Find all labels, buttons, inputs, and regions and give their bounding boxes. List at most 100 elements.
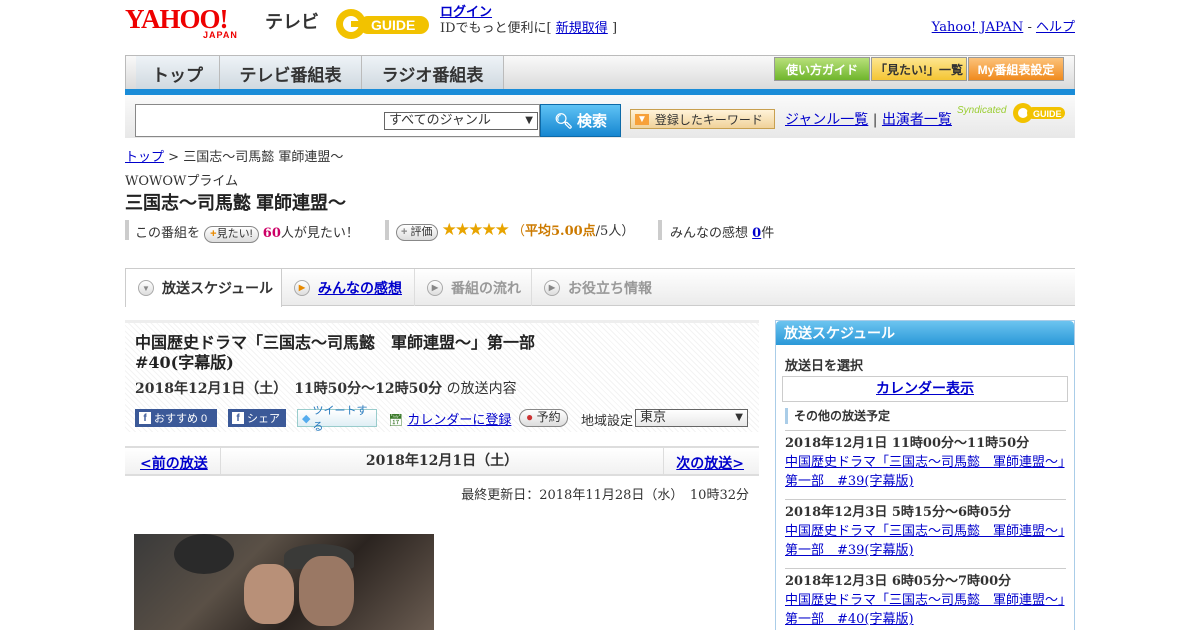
syndicated-label: Syndicated — [957, 105, 1007, 116]
guide-button[interactable]: 使い方ガイド — [774, 57, 870, 81]
tab-schedule-label: 放送スケジュール — [162, 280, 274, 296]
search-button[interactable]: 🔍︎ 検索 — [540, 104, 621, 137]
photo-figure — [174, 534, 234, 574]
other-broadcasts-list: 2018年12月1日 11時00分～11時50分 中国歴史ドラマ「三国志～司馬懿… — [785, 430, 1066, 630]
watch-stat: この番組を +見たい! 60人が見たい！ — [135, 222, 359, 243]
photo-figure — [244, 564, 294, 624]
nav-tab-top[interactable]: トップ — [136, 56, 220, 90]
genre-list-link[interactable]: ジャンル一覧 — [785, 112, 868, 128]
login-link[interactable]: ログイン — [440, 5, 492, 20]
avg-score: 平均5.00点 — [525, 224, 596, 239]
want-to-watch-label: 見たい! — [216, 228, 253, 240]
tv-logo[interactable]: テレビ — [265, 8, 319, 34]
episode-datetime: 2018年12月1日（土） 11時50分～12時50分 — [135, 381, 443, 397]
breadcrumb-current: 三国志～司馬懿 軍師連盟～ — [183, 150, 344, 165]
caret-down-icon: ▼ — [635, 113, 649, 125]
tab-impressions[interactable]: ▶ みんなの感想 — [282, 269, 415, 306]
episode-title-line1: 中国歴史ドラマ「三国志～司馬懿 軍師連盟～」第一部 — [135, 333, 536, 352]
impressions-prefix: みんなの感想 — [670, 226, 749, 241]
top-links: Yahoo! JAPAN - ヘルプ — [932, 16, 1075, 35]
schedule-sidebar: 放送スケジュール 放送日を選択 カレンダー表示 その他の放送予定 2018年12… — [775, 320, 1075, 630]
facebook-icon: f — [139, 412, 151, 424]
fb-recommend-button[interactable]: f おすすめ 0 — [135, 409, 217, 427]
tab-schedule[interactable]: ▼ 放送スケジュール — [125, 269, 282, 307]
photo-figure — [299, 556, 354, 626]
help-link[interactable]: ヘルプ — [1036, 20, 1075, 35]
links-divider: | — [872, 112, 878, 128]
tab-program-flow: ▶ 番組の流れ — [415, 269, 532, 306]
id-text: IDでもっと便利に[ — [440, 21, 552, 36]
watch-count: 60 — [262, 226, 281, 241]
search-button-label: 検索 — [577, 113, 608, 130]
nav-tab-radio-listings[interactable]: ラジオ番組表 — [362, 56, 504, 90]
genre-selected: すべてのジャンル — [389, 113, 491, 128]
calendar-register[interactable]: 📅︎ カレンダーに登録 — [388, 409, 511, 428]
region-label: 地域設定 — [581, 414, 634, 429]
broadcast-link[interactable]: 中国歴史ドラマ「三国志～司馬懿 軍師連盟～」第一部 #40(字幕版) — [785, 593, 1065, 627]
keyword-button-label: 登録したキーワード — [654, 112, 763, 127]
broadcast-link[interactable]: 中国歴史ドラマ「三国志～司馬懿 軍師連盟～」第一部 #39(字幕版) — [785, 524, 1065, 558]
next-broadcast-link[interactable]: 次の放送> — [676, 453, 744, 473]
other-broadcasts-heading: その他の放送予定 — [785, 408, 1068, 424]
broadcast-time: 2018年12月1日 11時00分～11時50分 — [785, 436, 1030, 451]
station-name: WOWOWプライム — [125, 174, 239, 189]
search-row: すべてのジャンル ▼ 🔍︎ 検索 ▼ 登録したキーワード ジャンル一覧 | 出演… — [125, 95, 1075, 138]
social-row: f おすすめ 0 f シェア ◆ ツイートする 📅︎ カレンダーに登録 ● 予約… — [135, 405, 755, 433]
rate-label: 評価 — [410, 226, 433, 238]
reserve-button[interactable]: ● 予約 — [519, 409, 568, 427]
fb-share-button[interactable]: f シェア — [228, 409, 286, 427]
stat-divider — [385, 220, 389, 240]
avg-count: /5人） — [595, 224, 635, 239]
breadcrumb: トップ > 三国志～司馬懿 軍師連盟～ — [125, 146, 343, 165]
facebook-icon: f — [232, 412, 244, 424]
region-value: 東京 — [640, 410, 667, 425]
wishlist-button[interactable]: 「見たい!」一覧 — [871, 57, 967, 81]
play-icon: ▶ — [294, 279, 310, 296]
signup-link[interactable]: 新規取得 — [556, 21, 608, 36]
tweet-button[interactable]: ◆ ツイートする — [297, 405, 377, 433]
want-to-watch-button[interactable]: +見たい! — [204, 226, 259, 243]
my-listings-button[interactable]: My番組表設定 — [968, 57, 1064, 81]
broadcast-time: 2018年12月3日 6時05分～7時00分 — [785, 574, 1012, 589]
tab-useful-info-label: お役立ち情報 — [568, 279, 652, 296]
impressions-stat: みんなの感想 0件 — [670, 222, 774, 241]
episode-title-line2: #40(字幕版) — [135, 353, 234, 372]
nav-tab-tv-listings[interactable]: テレビ番組表 — [220, 56, 362, 90]
broadcast-link[interactable]: 中国歴史ドラマ「三国志～司馬懿 軍師連盟～」第一部 #39(字幕版) — [785, 455, 1065, 489]
rate-button[interactable]: + 評価 — [396, 224, 438, 241]
program-tabs: ▼ 放送スケジュール ▶ みんなの感想 ▶ 番組の流れ ▶ お役立ち情報 — [125, 268, 1075, 307]
calendar-register-link[interactable]: カレンダーに登録 — [407, 413, 511, 428]
breadcrumb-top-link[interactable]: トップ — [125, 150, 164, 165]
genre-select[interactable]: すべてのジャンル ▼ — [384, 112, 538, 130]
yahoo-logo[interactable]: YAHOO! — [125, 6, 229, 33]
twitter-icon: ◆ — [302, 412, 311, 425]
keyword-button[interactable]: ▼ 登録したキーワード — [630, 109, 775, 129]
g-guide-logo: GUIDE — [336, 9, 429, 39]
yahoo-japan-logo: JAPAN — [203, 30, 238, 40]
main-content: 中国歴史ドラマ「三国志～司馬懿 軍師連盟～」第一部 #40(字幕版) 2018年… — [125, 320, 759, 630]
tab-impressions-label[interactable]: みんなの感想 — [318, 278, 402, 298]
page-title: 三国志～司馬懿 軍師連盟～ — [125, 193, 346, 213]
calendar-view-link[interactable]: カレンダー表示 — [876, 381, 974, 397]
calendar-view-button[interactable]: カレンダー表示 — [782, 376, 1068, 402]
header: YAHOO! JAPAN テレビ GUIDE ログイン IDでもっと便利に[ 新… — [125, 0, 1075, 50]
impressions-count-link[interactable]: 0 — [752, 226, 761, 241]
program-photo — [134, 534, 434, 630]
dropdown-arrow-icon: ▼ — [525, 115, 533, 126]
rating-stat: + 評価 ★★★★★ （平均5.00点/5人） — [396, 220, 634, 241]
tweet-label: ツイートする — [312, 405, 368, 433]
fb-share-label: シェア — [247, 413, 280, 425]
chevron-down-icon: ▼ — [138, 280, 154, 296]
episode-title: 中国歴史ドラマ「三国志～司馬懿 軍師連盟～」第一部 #40(字幕版) — [135, 333, 535, 373]
episode-box: 中国歴史ドラマ「三国志～司馬懿 軍師連盟～」第一部 #40(字幕版) 2018年… — [125, 320, 759, 433]
watch-prefix: この番組を — [135, 226, 201, 241]
performers-link[interactable]: 出演者一覧 — [882, 112, 952, 128]
svg-text:GUIDE: GUIDE — [371, 17, 415, 33]
prev-broadcast-link[interactable]: <前の放送 — [140, 453, 208, 473]
list-item: 2018年12月3日 6時05分～7時00分 中国歴史ドラマ「三国志～司馬懿 軍… — [785, 569, 1066, 630]
id-close: ] — [611, 21, 618, 36]
region-select[interactable]: 東京 ▼ — [635, 409, 748, 427]
calendar-plus-icon: 📅︎ — [388, 413, 404, 427]
main-nav: トップ テレビ番組表 ラジオ番組表 使い方ガイド 「見たい!」一覧 My番組表設… — [125, 55, 1075, 91]
yahoo-japan-link[interactable]: Yahoo! JAPAN — [932, 20, 1024, 35]
